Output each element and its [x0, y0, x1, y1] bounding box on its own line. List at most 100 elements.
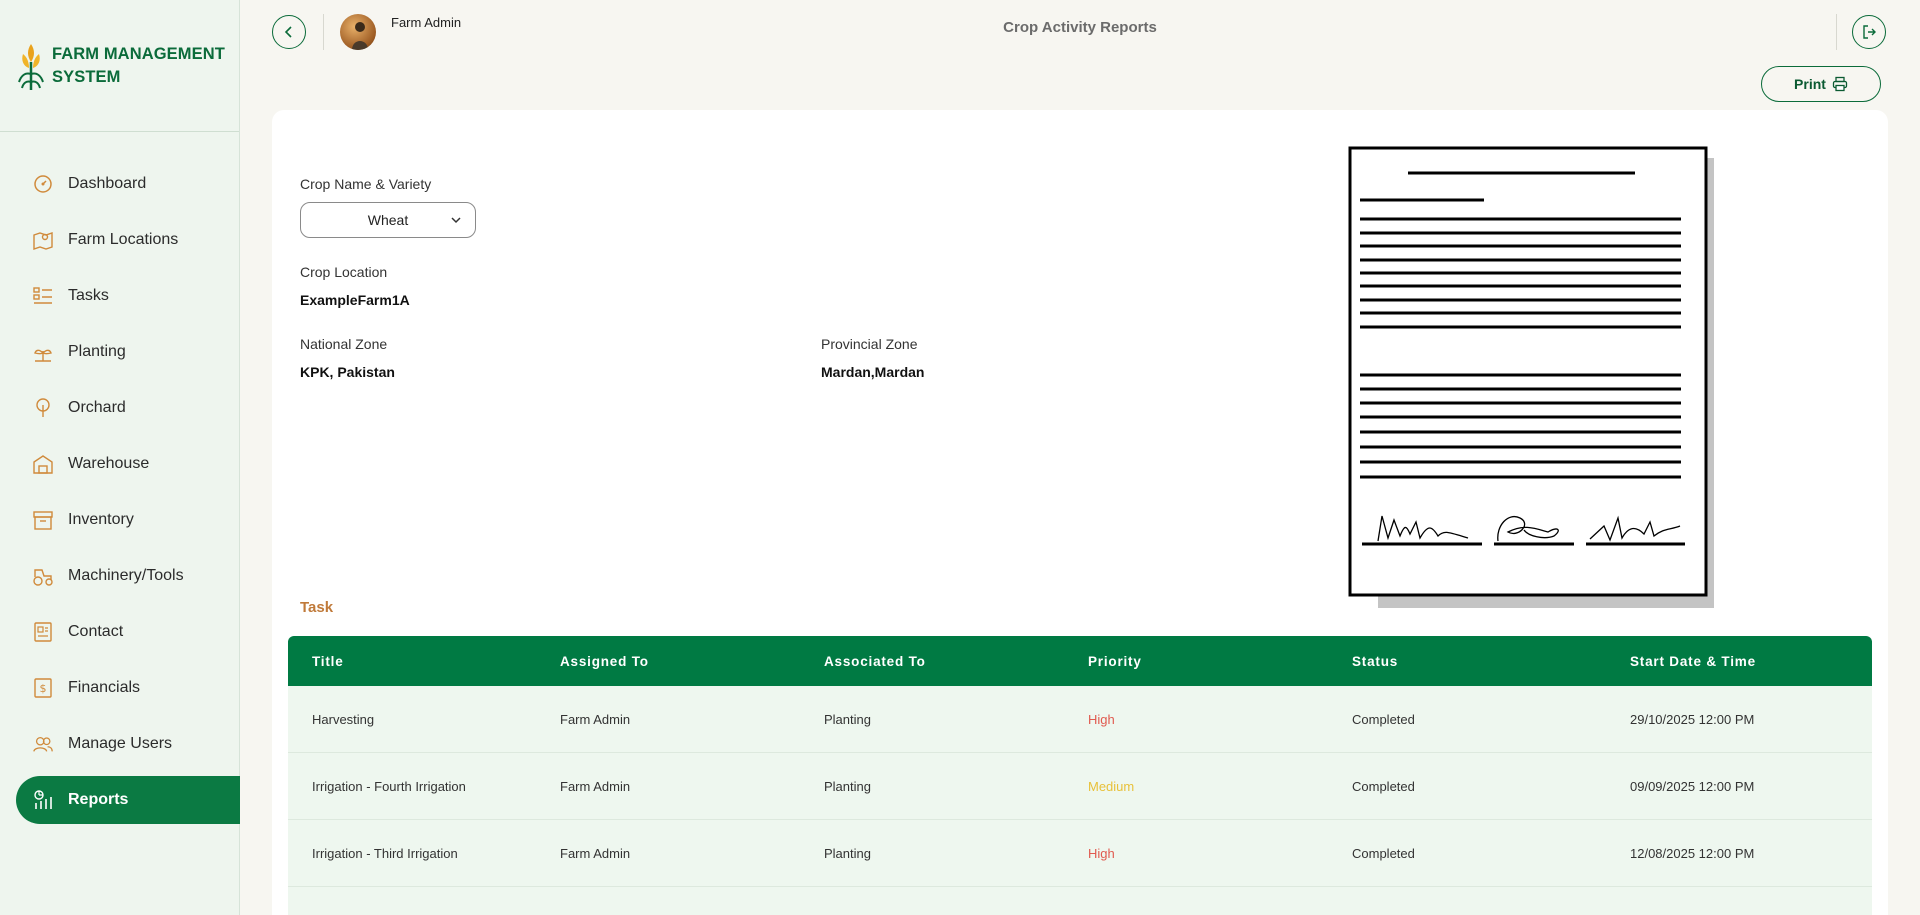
cell-title: Harvesting	[312, 711, 375, 727]
table-row[interactable]: Harvesting Farm Admin Planting High Comp…	[288, 686, 1872, 753]
header-divider	[1836, 14, 1837, 50]
national-zone-value: KPK, Pakistan	[300, 364, 395, 380]
plant-icon	[32, 341, 54, 363]
column-assigned-to[interactable]: Assigned To	[560, 654, 649, 669]
sidebar-item-planting[interactable]: Planting	[0, 328, 240, 376]
location-label: Crop Location	[300, 264, 388, 280]
crop-select-value: Wheat	[367, 212, 409, 228]
logout-icon	[1863, 25, 1876, 39]
column-title[interactable]: Title	[312, 654, 344, 669]
cell-priority: High	[1088, 845, 1115, 861]
sidebar-item-label: Dashboard	[68, 175, 147, 192]
sidebar-item-label: Financials	[68, 679, 141, 696]
column-status[interactable]: Status	[1352, 654, 1398, 669]
cell-assigned-to: Farm Admin	[560, 845, 631, 861]
sidebar-item-warehouse[interactable]: Warehouse	[0, 440, 240, 488]
table-row[interactable]	[288, 887, 1872, 915]
sidebar-item-machinery-tools[interactable]: Machinery/Tools	[0, 552, 240, 600]
table-header: Title Assigned To Associated To Priority…	[288, 636, 1872, 686]
cell-priority: High	[1088, 711, 1115, 727]
brand-name: FARM MANAGEMENT SYSTEM	[52, 43, 225, 89]
cell-status: Completed	[1352, 711, 1415, 727]
cell-assigned-to: Farm Admin	[560, 711, 631, 727]
cell-associated-to: Planting	[824, 778, 871, 794]
cell-associated-to: Planting	[824, 845, 871, 861]
dollar-icon: $	[32, 677, 54, 699]
table-row[interactable]: Irrigation - Fourth Irrigation Farm Admi…	[288, 753, 1872, 820]
dashboard-icon	[32, 173, 54, 195]
chevron-left-icon	[284, 26, 292, 38]
box-icon	[32, 509, 54, 531]
tasks-icon	[32, 285, 54, 307]
sidebar-item-farm-locations[interactable]: Farm Locations	[0, 216, 240, 264]
sidebar-item-label: Orchard	[68, 399, 126, 416]
sidebar-item-label: Planting	[68, 343, 126, 360]
sidebar: FARM MANAGEMENT SYSTEM Dashboard Farm Lo…	[0, 0, 240, 915]
avatar[interactable]	[340, 14, 376, 50]
sidebar-item-label: Warehouse	[68, 455, 150, 472]
sidebar-item-tasks[interactable]: Tasks	[0, 272, 240, 320]
provincial-zone-label: Provincial Zone	[821, 336, 918, 352]
svg-text:$: $	[40, 682, 47, 695]
cell-title: Irrigation - Fourth Irrigation	[312, 778, 466, 794]
print-label: Print	[1794, 76, 1826, 92]
cell-title: Irrigation - Third Irrigation	[312, 845, 458, 861]
sidebar-item-manage-users[interactable]: Manage Users	[0, 720, 240, 768]
chevron-down-icon	[451, 217, 461, 224]
sidebar-item-label: Contact	[68, 623, 124, 640]
reports-icon	[32, 789, 54, 811]
national-zone-label: National Zone	[300, 336, 388, 352]
cell-status: Completed	[1352, 845, 1415, 861]
sidebar-item-contact[interactable]: Contact	[0, 608, 240, 656]
sidebar-item-dashboard[interactable]: Dashboard	[0, 160, 240, 208]
users-icon	[32, 733, 54, 755]
print-button[interactable]: Print	[1761, 66, 1881, 102]
cell-start-date: 12/08/2025 12:00 PM	[1630, 845, 1755, 861]
sidebar-item-label: Reports	[68, 791, 129, 808]
sidebar-item-reports[interactable]: Reports	[16, 776, 240, 824]
crop-select[interactable]: Wheat	[300, 202, 476, 238]
map-icon	[32, 229, 54, 251]
sidebar-item-label: Machinery/Tools	[68, 567, 184, 584]
task-table: Title Assigned To Associated To Priority…	[288, 636, 1872, 915]
brand-line-2: SYSTEM	[52, 67, 121, 86]
sidebar-item-financials[interactable]: $ Financials	[0, 664, 240, 712]
user-photo-icon	[352, 22, 368, 50]
column-priority[interactable]: Priority	[1088, 654, 1142, 669]
cell-associated-to: Planting	[824, 711, 871, 727]
brand[interactable]: FARM MANAGEMENT SYSTEM	[0, 0, 239, 132]
crop-label: Crop Name & Variety	[300, 176, 432, 192]
tractor-icon	[32, 565, 54, 587]
warehouse-icon	[32, 453, 54, 475]
wheat-logo-icon	[18, 43, 44, 90]
tree-icon	[32, 397, 54, 419]
column-start-date[interactable]: Start Date & Time	[1630, 654, 1756, 669]
table-row[interactable]: Irrigation - Third Irrigation Farm Admin…	[288, 820, 1872, 887]
brand-line-1: FARM MANAGEMENT	[52, 44, 225, 63]
sidebar-item-label: Farm Locations	[68, 231, 179, 248]
sidebar-item-inventory[interactable]: Inventory	[0, 496, 240, 544]
header-divider	[323, 14, 324, 50]
task-heading: Task	[300, 599, 334, 616]
cell-priority: Medium	[1088, 778, 1135, 794]
document-illustration	[1348, 146, 1714, 608]
sidebar-item-label: Manage Users	[68, 735, 173, 752]
logout-button[interactable]	[1852, 15, 1886, 49]
cell-assigned-to: Farm Admin	[560, 778, 631, 794]
sidebar-nav: Dashboard Farm Locations Tasks Planting …	[0, 160, 240, 832]
sidebar-item-label: Tasks	[68, 287, 109, 304]
sidebar-item-label: Inventory	[68, 511, 134, 528]
location-value: ExampleFarm1A	[300, 292, 410, 308]
column-associated-to[interactable]: Associated To	[824, 654, 926, 669]
provincial-zone-value: Mardan,Mardan	[821, 364, 925, 380]
printer-icon	[1832, 76, 1848, 92]
sidebar-item-orchard[interactable]: Orchard	[0, 384, 240, 432]
back-button[interactable]	[272, 15, 306, 49]
report-card: Crop Name & Variety Wheat Crop Location …	[272, 110, 1888, 915]
cell-start-date: 29/10/2025 12:00 PM	[1630, 711, 1755, 727]
contact-icon	[32, 621, 54, 643]
page-title: Crop Activity Reports	[1003, 19, 1157, 36]
cell-start-date: 09/09/2025 12:00 PM	[1630, 778, 1755, 794]
cell-status: Completed	[1352, 778, 1415, 794]
user-name: Farm Admin	[391, 15, 462, 30]
